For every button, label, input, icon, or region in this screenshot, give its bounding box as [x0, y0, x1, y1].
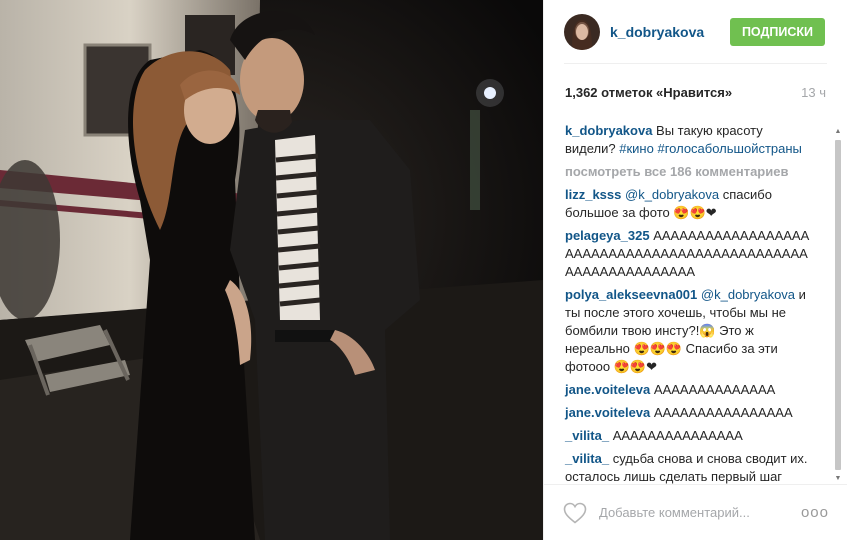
comment-username[interactable]: polya_alekseevna001 [565, 287, 697, 302]
caption: k_dobryakova Вы такую красоту видели? #к… [565, 122, 812, 158]
scrollbar-thumb[interactable] [835, 140, 841, 470]
caption-hashtag[interactable]: #голосабольшойстраны [657, 141, 801, 156]
add-comment-input[interactable] [599, 505, 801, 520]
caption-username[interactable]: k_dobryakova [565, 123, 652, 138]
like-heart-icon[interactable] [563, 502, 587, 524]
post-time[interactable]: 13 ч [801, 85, 826, 100]
comment-username[interactable]: _vilita_ [565, 428, 609, 443]
comment-item: jane.voiteleva АААААААААААААА [565, 381, 812, 399]
comment-item: _vilita_ ААААААААААААААА [565, 427, 812, 445]
comment-username[interactable]: jane.voiteleva [565, 382, 650, 397]
comments-list[interactable]: k_dobryakova Вы такую красоту видели? #к… [544, 117, 847, 485]
view-all-comments-link[interactable]: посмотреть все 186 комментариев [565, 163, 812, 181]
comment-item: lizz_ksss @k_dobryakova спасибо большое … [565, 186, 812, 222]
comment-form: ооо [544, 484, 847, 540]
avatar[interactable] [564, 13, 600, 50]
post-sidebar: k_dobryakova ПОДПИСКИ 1,362 отметок «Нра… [543, 0, 847, 540]
comment-item: jane.voiteleva АААААААААААААААА [565, 404, 812, 422]
comment-username[interactable]: jane.voiteleva [565, 405, 650, 420]
comment-mention[interactable]: @k_dobryakova [701, 287, 795, 302]
post-photo[interactable] [0, 0, 543, 540]
comment-item: pelageya_325 ААААААААААААААААААААААААААА… [565, 227, 812, 281]
likes-count[interactable]: 1,362 отметок «Нравится» [565, 85, 732, 100]
scroll-up-arrow-icon[interactable]: ▲ [834, 128, 842, 136]
caption-hashtag[interactable]: #кино [619, 141, 654, 156]
post-username[interactable]: k_dobryakova [610, 24, 730, 40]
comments-scrollbar[interactable]: ▲ ▼ [834, 128, 842, 483]
more-options-icon[interactable]: ооо [801, 504, 829, 521]
follow-button[interactable]: ПОДПИСКИ [729, 17, 825, 46]
post-header: k_dobryakova ПОДПИСКИ [544, 0, 847, 63]
comment-item: polya_alekseevna001 @k_dobryakova и ты п… [565, 286, 812, 376]
comment-text: АААААААААААААА [650, 382, 776, 397]
comment-username[interactable]: pelageya_325 [565, 228, 650, 243]
comment-username[interactable]: _vilita_ [565, 451, 609, 466]
comment-item: _vilita_ судьба снова и снова сводит их.… [565, 450, 812, 485]
comment-mention[interactable]: @k_dobryakova [625, 187, 719, 202]
comment-text: АААААААААААААААА [650, 405, 793, 420]
photo-illustration [0, 0, 543, 540]
comment-username[interactable]: lizz_ksss [565, 187, 621, 202]
avatar-image [564, 13, 600, 50]
likes-row: 1,362 отметок «Нравится» 13 ч [544, 64, 847, 120]
comment-text: ААААААААААААААА [609, 428, 743, 443]
scroll-down-arrow-icon[interactable]: ▼ [834, 475, 842, 483]
